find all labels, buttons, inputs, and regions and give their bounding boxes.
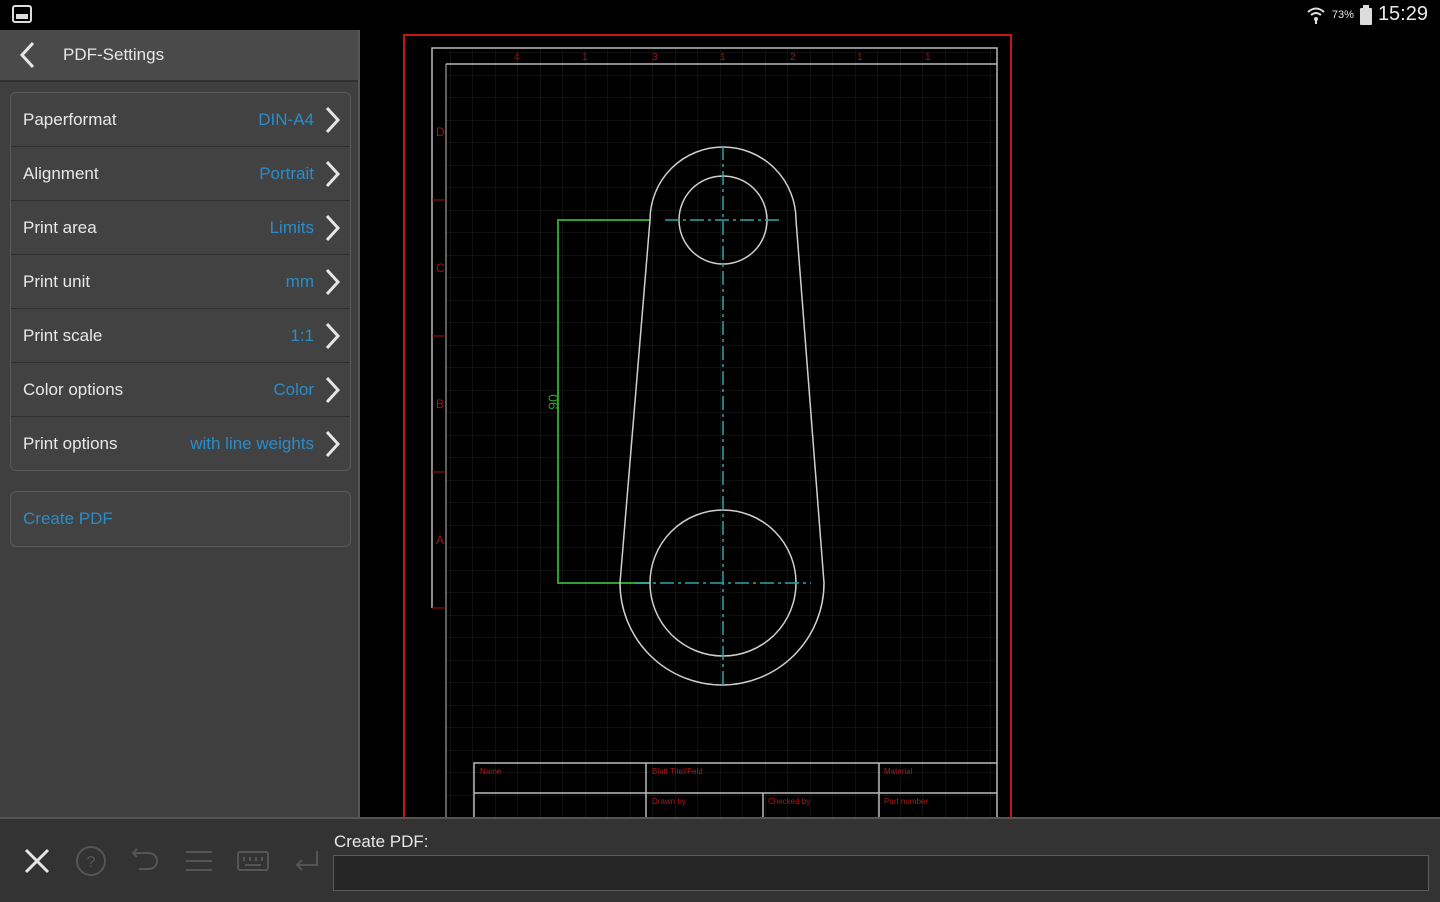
settings-list: Paperformat DIN-A4 Alignment Portrait Pr… (10, 92, 351, 471)
create-pdf-button[interactable]: Create PDF (10, 491, 351, 547)
setting-value: Limits (269, 218, 314, 237)
battery-icon (1359, 4, 1372, 25)
chevron-right-icon (325, 376, 341, 404)
row-mark: A (436, 533, 444, 547)
enter-icon[interactable] (289, 843, 325, 879)
setting-print-scale[interactable]: Print scale 1:1 (11, 309, 350, 363)
setting-label: Paperformat (23, 110, 117, 129)
row-mark: C (436, 261, 445, 275)
setting-label: Print scale (23, 326, 103, 345)
column-mark: 1 (925, 52, 931, 63)
setting-print-options[interactable]: Print options with line weights (11, 417, 350, 470)
title-block-label: Checked by (768, 797, 810, 806)
setting-label: Print area (23, 218, 97, 237)
close-icon[interactable] (19, 843, 55, 879)
dimension-label: 90 (545, 394, 561, 410)
wifi-icon (1307, 7, 1325, 24)
chevron-right-icon (325, 106, 341, 134)
title-block-label: Material (884, 767, 913, 776)
cad-drawing: 4 1 3 1 2 1 1 D C B A 90 Name Blatt Tite… (403, 34, 1012, 817)
chevron-right-icon (325, 214, 341, 242)
row-mark: D (436, 125, 445, 139)
setting-value: Color (273, 380, 314, 399)
chevron-right-icon (325, 268, 341, 296)
title-block-label: Part number (884, 797, 928, 806)
setting-paperformat[interactable]: Paperformat DIN-A4 (11, 93, 350, 147)
command-bar: ? Create PDF: (0, 817, 1440, 902)
setting-value: with line weights (190, 434, 314, 453)
panel-header: PDF-Settings (0, 30, 358, 82)
setting-value: DIN-A4 (258, 110, 314, 129)
column-mark: 3 (652, 52, 658, 63)
column-mark: 1 (720, 52, 726, 63)
svg-text:?: ? (87, 854, 96, 871)
column-mark: 4 (514, 52, 520, 63)
chevron-right-icon (325, 322, 341, 350)
column-mark: 1 (857, 52, 863, 63)
back-arrow-icon[interactable] (14, 40, 44, 70)
drawing-canvas[interactable]: 4 1 3 1 2 1 1 D C B A 90 Name Blatt Tite… (360, 30, 1440, 817)
setting-label: Alignment (23, 164, 99, 183)
app-icon (12, 5, 32, 23)
clock: 15:29 (1377, 3, 1428, 25)
row-mark: B (436, 397, 444, 411)
setting-print-unit[interactable]: Print unit mm (11, 255, 350, 309)
title-block-label: Blatt Titel/Feld (652, 767, 703, 776)
setting-label: Print unit (23, 272, 91, 291)
column-mark: 1 (582, 52, 588, 63)
setting-value: 1:1 (290, 326, 314, 345)
title-block-label: Name (480, 767, 502, 776)
setting-color-options[interactable]: Color options Color (11, 363, 350, 417)
panel-title: PDF-Settings (63, 45, 165, 64)
command-input[interactable] (333, 855, 1429, 891)
column-mark: 2 (790, 52, 796, 63)
list-icon[interactable] (181, 843, 217, 879)
pdf-settings-panel: PDF-Settings Paperformat DIN-A4 Alignmen… (0, 30, 360, 817)
status-bar: 73% 15:29 (0, 0, 1440, 30)
battery-percentage: 73% (1331, 8, 1354, 21)
setting-value: Portrait (259, 164, 314, 183)
setting-value: mm (285, 272, 314, 291)
setting-label: Color options (23, 380, 124, 399)
title-block-label: Drawn by (652, 797, 686, 806)
setting-alignment[interactable]: Alignment Portrait (11, 147, 350, 201)
create-pdf-label: Create PDF (23, 509, 113, 528)
help-icon[interactable]: ? (73, 843, 109, 879)
chevron-right-icon (325, 430, 341, 458)
grid (446, 50, 996, 817)
setting-print-area[interactable]: Print area Limits (11, 201, 350, 255)
undo-icon[interactable] (127, 843, 163, 879)
chevron-right-icon (325, 160, 341, 188)
keyboard-icon[interactable] (235, 843, 271, 879)
setting-label: Print options (23, 434, 118, 453)
command-label: Create PDF: (334, 832, 429, 851)
